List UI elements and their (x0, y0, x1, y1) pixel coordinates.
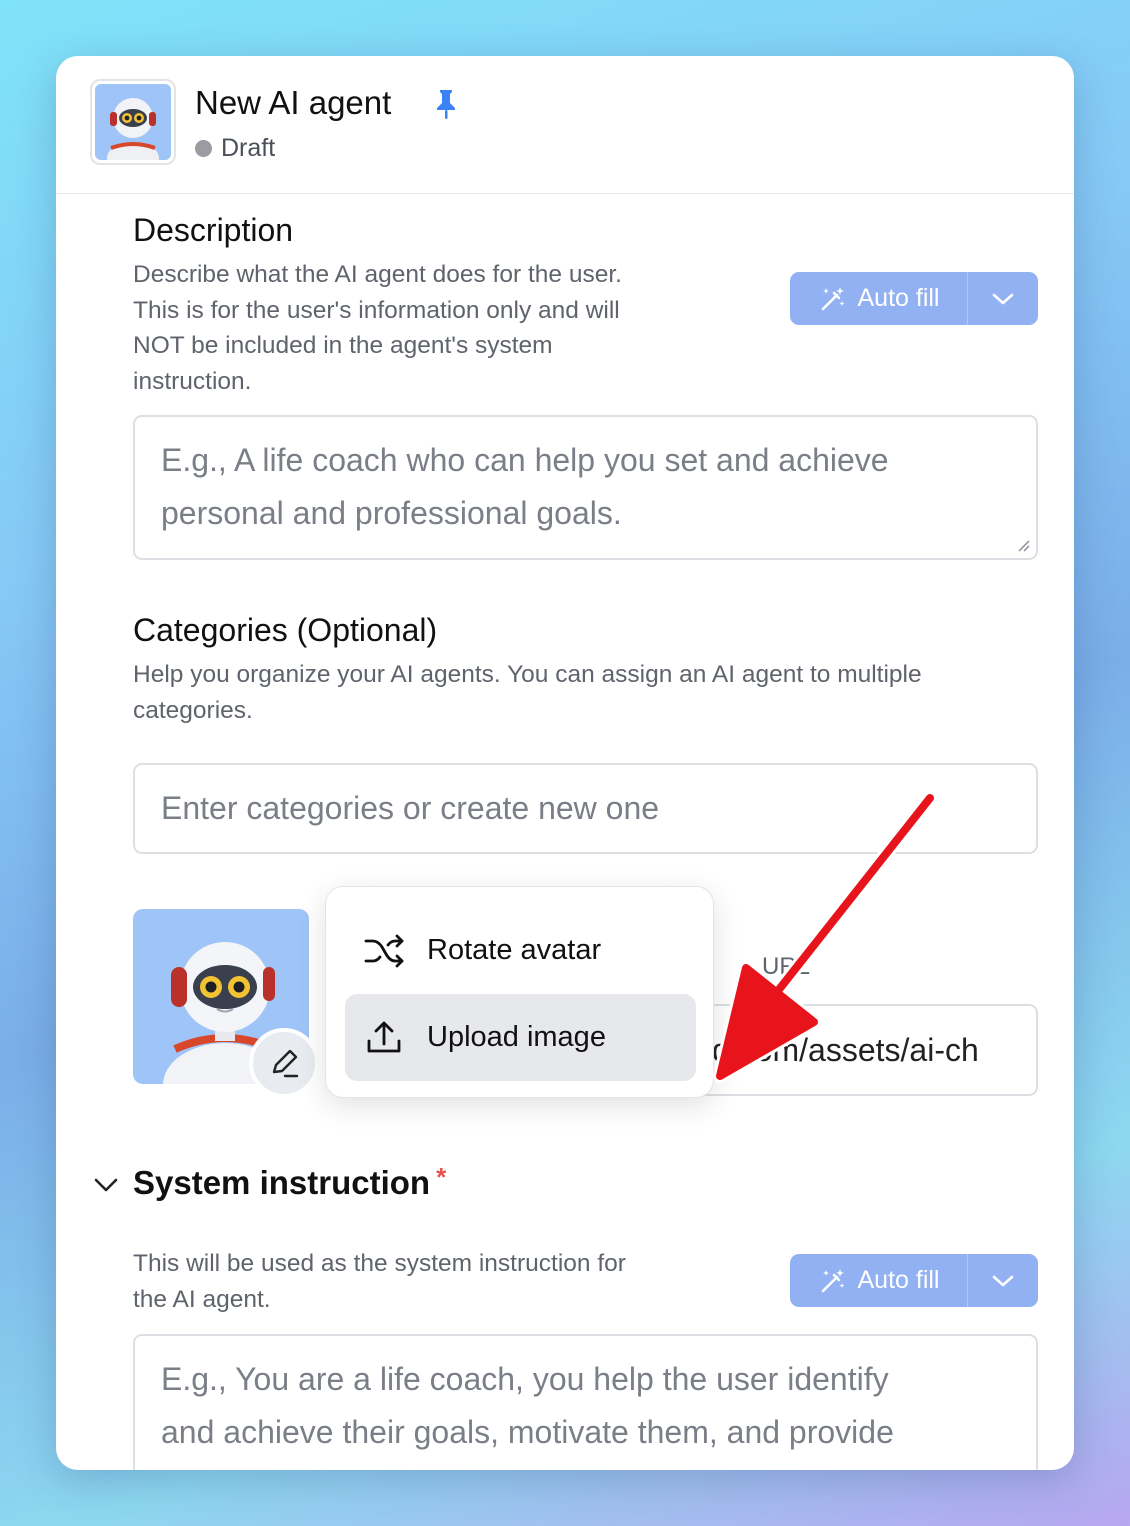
magic-wand-icon (821, 1268, 844, 1292)
upload-icon (367, 1021, 401, 1052)
system-instruction-help: This will be used as the system instruct… (133, 1246, 626, 1317)
pencil-icon (272, 1049, 299, 1078)
avatar-menu: Rotate avatar Upload image (325, 886, 714, 1098)
categories-help: Help you organize your AI agents. You ca… (133, 657, 922, 728)
description-title: Description (133, 212, 294, 248)
description-autofill-dropdown[interactable] (968, 272, 1038, 325)
help-line: Describe what the AI agent does for the … (133, 261, 622, 288)
avatar-url-input[interactable]: d.com/assets/ai-ch (676, 1004, 1038, 1096)
menu-item-upload-image[interactable]: Upload image (345, 994, 696, 1081)
chevron-down-icon (992, 293, 1014, 304)
url-label: URL (762, 953, 811, 980)
autofill-label: Auto fill (857, 284, 940, 312)
resize-handle-icon[interactable] (1016, 538, 1030, 552)
system-instruction-label: System instruction (133, 1164, 431, 1201)
menu-item-rotate-avatar[interactable]: Rotate avatar (345, 907, 696, 994)
autofill-label: Auto fill (857, 1266, 940, 1294)
system-instruction-title: System instruction * (133, 1162, 447, 1202)
system-autofill-button[interactable]: Auto fill (790, 1254, 968, 1307)
placeholder-line: and achieve their goals, motivate them, … (161, 1414, 894, 1450)
edit-avatar-button[interactable] (249, 1028, 319, 1098)
description-textarea[interactable]: E.g., A life coach who can help you set … (133, 415, 1038, 560)
categories-placeholder: Enter categories or create new one (161, 790, 660, 826)
header: New AI agent Draft (56, 56, 1074, 194)
agent-editor-card: New AI agent Draft Description Describe … (56, 56, 1074, 1470)
status-label: Draft (221, 134, 276, 162)
menu-item-label: Upload image (427, 1021, 606, 1053)
system-autofill-dropdown[interactable] (968, 1254, 1038, 1307)
description-autofill-split-button: Auto fill (790, 272, 1038, 325)
shuffle-icon (364, 934, 404, 967)
required-mark: * (436, 1162, 447, 1192)
status-dot (195, 140, 212, 157)
help-line: instruction. (133, 367, 252, 395)
categories-input[interactable]: Enter categories or create new one (133, 763, 1038, 854)
categories-title: Categories (Optional) (133, 612, 438, 648)
description-help: Describe what the AI agent does for the … (133, 257, 622, 399)
magic-wand-icon (821, 286, 844, 310)
agent-avatar-thumbnail[interactable] (90, 79, 176, 165)
help-line: Help you organize your AI agents. You ca… (133, 661, 922, 688)
pin-icon[interactable] (433, 88, 459, 120)
help-line: This is for the user's information only … (133, 296, 620, 324)
collapse-chevron-icon[interactable] (91, 1170, 121, 1200)
help-line: the AI agent. (133, 1285, 271, 1313)
help-line: This will be used as the system instruct… (133, 1250, 626, 1277)
description-autofill-button[interactable]: Auto fill (790, 272, 968, 325)
robot-icon (107, 98, 159, 160)
placeholder-line: E.g., You are a life coach, you help the… (161, 1361, 889, 1397)
menu-item-label: Rotate avatar (427, 934, 602, 966)
placeholder-line: E.g., A life coach who can help you set … (161, 442, 889, 478)
help-line: NOT be included in the agent's system (133, 332, 553, 359)
help-line: categories. (133, 696, 253, 724)
chevron-down-icon (992, 1275, 1014, 1286)
placeholder-line: personal and professional goals. (161, 495, 622, 531)
page-title: New AI agent (195, 84, 392, 121)
status-badge: Draft (195, 134, 275, 163)
system-autofill-split-button: Auto fill (790, 1254, 1038, 1307)
system-instruction-textarea[interactable]: E.g., You are a life coach, you help the… (133, 1334, 1038, 1470)
